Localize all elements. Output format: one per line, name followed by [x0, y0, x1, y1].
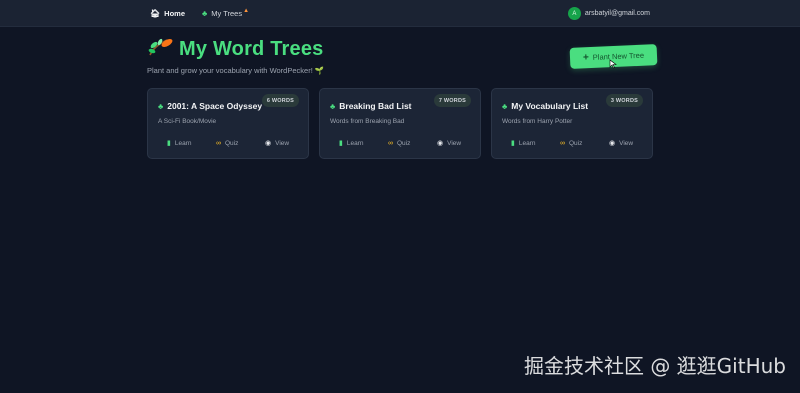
tree-card-title-text: Breaking Bad List — [339, 101, 412, 111]
tree-card-actions: ▮ Learn ∞ Quiz ◉ View — [320, 137, 480, 149]
user-email: arsbatyil@gmail.com — [584, 10, 650, 17]
plus-icon: + — [582, 52, 590, 64]
quiz-icon: ∞ — [388, 139, 393, 147]
user-menu[interactable]: A arsbatyil@gmail.com — [567, 0, 650, 27]
book-icon: ▮ — [339, 140, 343, 147]
nav-my-trees-label: My Trees — [211, 9, 243, 18]
flame-icon: ▲ — [243, 7, 250, 14]
learn-button[interactable]: ▮ Learn — [339, 137, 363, 149]
tree-leaves-icon — [147, 37, 173, 61]
top-navbar: 🏠︎ Home ♣ My Trees ▲ A arsbatyil@gmail.c… — [0, 0, 800, 27]
sprout-icon: ♣ — [158, 101, 164, 111]
mouse-pointer-icon — [609, 59, 617, 69]
view-label: View — [275, 139, 290, 147]
page-subtitle: Plant and grow your vocabulary with Word… — [147, 66, 325, 75]
tree-card-title-text: 2001: A Space Odyssey — [167, 101, 263, 111]
quiz-button[interactable]: ∞ Quiz — [216, 137, 238, 149]
tree-card-title-text: My Vocabulary List — [511, 101, 589, 111]
sprout-icon: ♣ — [502, 101, 508, 111]
view-label: View — [447, 139, 462, 147]
quiz-icon: ∞ — [216, 139, 221, 147]
tree-card[interactable]: ♣ My Vocabulary List 3 WORDS Words from … — [491, 88, 653, 159]
nav-home-label: Home — [164, 9, 185, 18]
eye-icon: ◉ — [265, 140, 272, 147]
view-button[interactable]: ◉ View — [437, 137, 461, 149]
tree-card-actions: ▮ Learn ∞ Quiz ◉ View — [148, 137, 308, 149]
quiz-label: Quiz — [225, 139, 239, 147]
learn-label: Learn — [346, 139, 364, 147]
tree-card-description: A Sci-Fi Book/Movie — [158, 118, 217, 125]
view-button[interactable]: ◉ View — [265, 137, 289, 149]
book-icon: ▮ — [511, 140, 515, 147]
quiz-label: Quiz — [397, 139, 411, 147]
tree-card-title: ♣ My Vocabulary List — [502, 101, 588, 111]
learn-label: Learn — [518, 139, 536, 147]
learn-button[interactable]: ▮ Learn — [511, 137, 535, 149]
tree-card[interactable]: ♣ Breaking Bad List 7 WORDS Words from B… — [319, 88, 481, 159]
watermark-text: 掘金技术社区 @ 逛逛GitHub — [523, 354, 786, 378]
nav-home-link[interactable]: 🏠︎ Home — [150, 0, 185, 27]
learn-button[interactable]: ▮ Learn — [167, 137, 191, 149]
view-label: View — [619, 139, 634, 147]
page-title: My Word Trees — [147, 37, 324, 61]
word-count-badge: 3 WORDS — [605, 94, 643, 107]
eye-icon: ◉ — [609, 140, 616, 147]
learn-label: Learn — [174, 139, 192, 147]
eye-icon: ◉ — [437, 140, 444, 147]
quiz-button[interactable]: ∞ Quiz — [388, 137, 410, 149]
tree-card-actions: ▮ Learn ∞ Quiz ◉ View — [492, 137, 652, 149]
view-button[interactable]: ◉ View — [609, 137, 633, 149]
quiz-button[interactable]: ∞ Quiz — [560, 137, 582, 149]
avatar: A — [567, 7, 581, 20]
plant-new-tree-label: Plant New Tree — [592, 50, 645, 62]
word-count-badge: 6 WORDS — [261, 94, 299, 107]
tree-card[interactable]: ♣ 2001: A Space Odyssey 6 WORDS A Sci-Fi… — [147, 88, 309, 159]
nav-my-trees-link[interactable]: ♣ My Trees ▲ — [202, 0, 249, 27]
sprout-icon: ♣ — [330, 101, 336, 111]
sprout-icon: ♣ — [202, 9, 208, 18]
book-icon: ▮ — [167, 140, 171, 147]
quiz-label: Quiz — [569, 139, 583, 147]
word-count-badge: 7 WORDS — [433, 94, 471, 107]
home-icon: 🏠︎ — [150, 9, 161, 18]
tree-card-description: Words from Breaking Bad — [330, 118, 405, 125]
quiz-icon: ∞ — [560, 139, 565, 147]
tree-card-title: ♣ Breaking Bad List — [330, 101, 412, 111]
tree-card-description: Words from Harry Potter — [502, 118, 573, 125]
page-title-text: My Word Trees — [179, 37, 324, 60]
tree-card-title: ♣ 2001: A Space Odyssey — [158, 101, 262, 111]
